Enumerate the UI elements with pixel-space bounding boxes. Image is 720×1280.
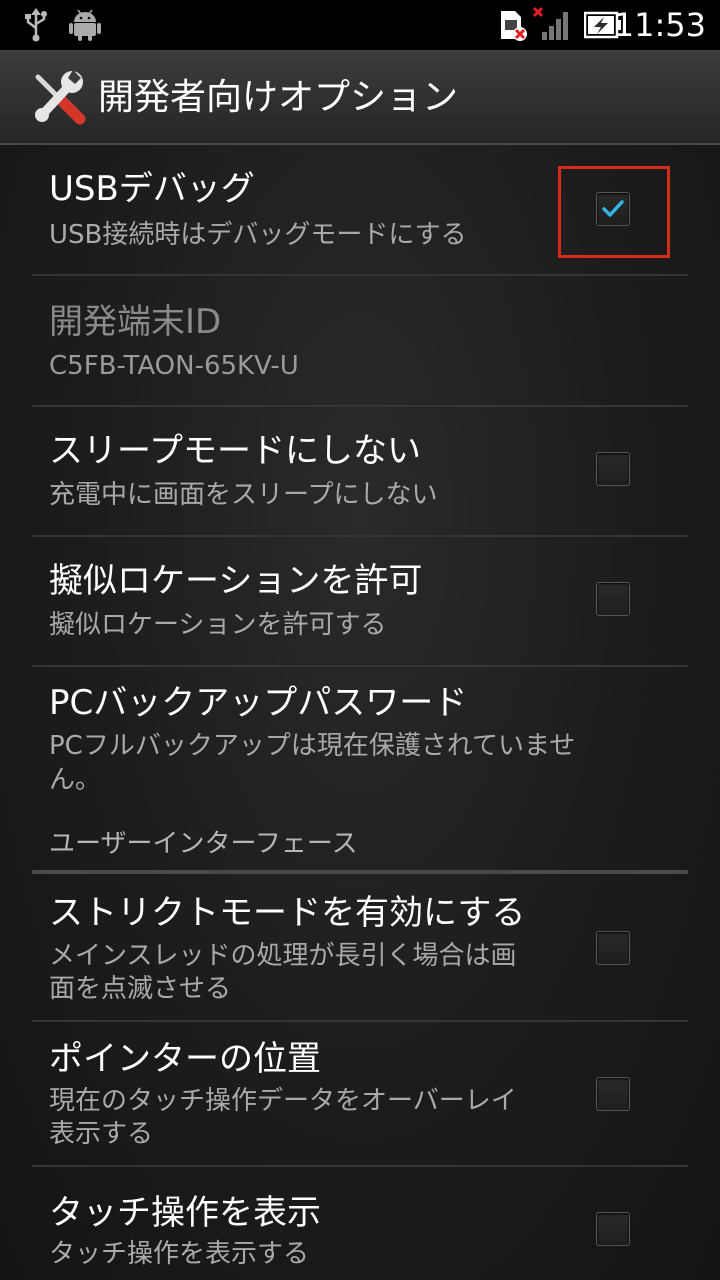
pointer-location-checkbox[interactable] bbox=[596, 1077, 630, 1111]
highlight-box bbox=[558, 166, 670, 258]
setting-summary: USB接続時はデバッグモードにする bbox=[49, 220, 467, 250]
setting-title: 擬似ロケーションを許可 bbox=[49, 561, 423, 601]
signal-no-service-icon bbox=[532, 6, 572, 46]
setting-pointer-location[interactable]: ポインターの位置 現在のタッチ操作データをオーバーレイ 表示する bbox=[32, 1022, 688, 1167]
status-bar: 11:53 bbox=[0, 0, 720, 50]
setting-summary: タッチ操作を表示する bbox=[49, 1239, 310, 1269]
usb-icon bbox=[22, 8, 50, 46]
tools-icon[interactable] bbox=[28, 67, 88, 127]
stay-awake-checkbox[interactable] bbox=[596, 452, 630, 486]
setting-summary-line1: 現在のタッチ操作データをオーバーレイ bbox=[49, 1086, 517, 1116]
status-time: 11:53 bbox=[613, 6, 706, 44]
setting-summary: C5FB-TAON-65KV-U bbox=[49, 351, 299, 381]
setting-summary-line1: メインスレッドの処理が長引く場合は画 bbox=[49, 941, 517, 971]
setting-title: ポインターの位置 bbox=[49, 1039, 321, 1079]
setting-summary-line2: 表示する bbox=[49, 1119, 154, 1149]
setting-backup-password[interactable]: PCバックアップパスワード PCフルバックアップは現在保護されていませ ん。 bbox=[32, 667, 688, 822]
page-title: 開発者向けオプション bbox=[98, 77, 459, 118]
setting-summary-line2: ん。 bbox=[49, 765, 102, 795]
setting-title: PCバックアップパスワード bbox=[49, 683, 468, 723]
setting-title: ストリクトモードを有効にする bbox=[49, 893, 526, 933]
section-header-label: ユーザーインターフェース bbox=[49, 829, 358, 859]
setting-title: スリープモードにしない bbox=[49, 431, 421, 471]
sim-error-icon bbox=[498, 8, 528, 46]
show-touches-checkbox[interactable] bbox=[596, 1212, 630, 1246]
setting-title: タッチ操作を表示 bbox=[49, 1193, 321, 1233]
screen: 11:53 開発者向けオプション USBデバッグ USB接続時はデバッグモードに… bbox=[0, 0, 720, 1280]
setting-summary-line1: PCフルバックアップは現在保護されていませ bbox=[49, 731, 576, 761]
mock-locations-checkbox[interactable] bbox=[596, 582, 630, 616]
setting-show-touches[interactable]: タッチ操作を表示 タッチ操作を表示する bbox=[32, 1167, 688, 1280]
setting-mock-locations[interactable]: 擬似ロケーションを許可 擬似ロケーションを許可する bbox=[32, 537, 688, 667]
setting-summary: 擬似ロケーションを許可する bbox=[49, 610, 387, 640]
action-bar: 開発者向けオプション bbox=[0, 50, 720, 145]
setting-strict-mode[interactable]: ストリクトモードを有効にする メインスレッドの処理が長引く場合は画 面を点滅させ… bbox=[32, 874, 688, 1022]
setting-title: 開発端末ID bbox=[49, 302, 222, 342]
section-header-user-interface: ユーザーインターフェース bbox=[32, 822, 688, 874]
strict-mode-checkbox[interactable] bbox=[596, 931, 630, 965]
setting-summary: 充電中に画面をスリープにしない bbox=[49, 480, 438, 510]
setting-device-id: 開発端末ID C5FB-TAON-65KV-U bbox=[32, 276, 688, 407]
setting-stay-awake[interactable]: スリープモードにしない 充電中に画面をスリープにしない bbox=[32, 407, 688, 537]
setting-summary-line2: 面を点滅させる bbox=[49, 974, 232, 1004]
setting-title: USBデバッグ bbox=[49, 169, 255, 209]
android-debug-icon bbox=[68, 8, 102, 46]
